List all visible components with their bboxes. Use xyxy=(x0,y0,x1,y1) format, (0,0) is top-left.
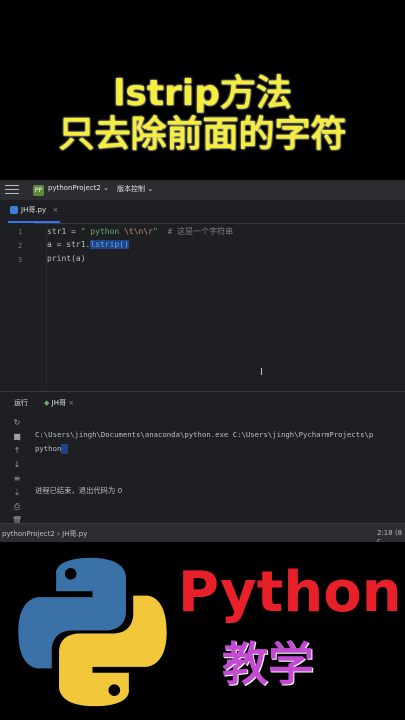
editor-tab-label: JH哥.py xyxy=(21,206,47,214)
breadcrumb[interactable]: pythonProject2 › JH哥.py xyxy=(2,529,87,539)
line-number: 2 xyxy=(18,242,23,250)
rerun-icon[interactable]: ↻ xyxy=(10,418,24,432)
chevron-down-icon: ⌄ xyxy=(147,185,154,193)
output-caret xyxy=(61,444,69,454)
filter-icon[interactable]: ⇣ xyxy=(10,488,24,502)
down-arrow-icon[interactable]: ↓ xyxy=(10,460,24,474)
ide-window: PP pythonProject2 ⌄ 版本控制 ⌄ JH哥.py × 1 2 … xyxy=(0,180,405,545)
code-line-3[interactable]: print(a) xyxy=(47,254,86,263)
editor-tab-jh[interactable]: JH哥.py × xyxy=(10,205,58,215)
vcs-dropdown[interactable]: 版本控制 ⌄ xyxy=(117,184,153,194)
python-file-icon xyxy=(10,206,18,214)
ide-top-bar: PP pythonProject2 ⌄ 版本控制 ⌄ xyxy=(0,180,405,201)
vcs-label: 版本控制 xyxy=(117,185,145,193)
python-logo-icon xyxy=(18,557,167,707)
run-toolbar: ↻ ■ ↑ ↓ ≡ ⇣ ⎙ 🗑 xyxy=(10,418,24,530)
gutter-divider xyxy=(46,225,47,385)
code-line-1[interactable]: str1 = " python \t\n\r" # 这是一个字符串 xyxy=(47,226,233,237)
run-output-line: python xyxy=(35,444,69,454)
banner-title-line1: lstrip方法 xyxy=(113,73,292,114)
banner-title-line2: 只去除前面的字符 xyxy=(58,114,347,155)
run-panel: 运行 ◆ JH哥 × ↻ ■ ↑ ↓ ≡ ⇣ ⎙ 🗑 C:\Users\jing… xyxy=(0,391,405,525)
chevron-down-icon: ⌄ xyxy=(103,184,109,192)
selected-text: lstrip() xyxy=(90,240,129,249)
line-number: 1 xyxy=(18,228,23,236)
print-icon[interactable]: ⎙ xyxy=(10,502,24,516)
python-file-icon: ◆ xyxy=(44,399,50,407)
stop-icon[interactable]: ■ xyxy=(10,432,24,446)
hamburger-menu-icon[interactable] xyxy=(5,185,19,195)
exit-message: 进程已结束，退出代码为 0 xyxy=(35,486,123,495)
run-label: 运行 xyxy=(14,399,28,407)
teaching-subtitle: 教学 xyxy=(222,637,314,691)
line-number: 3 xyxy=(18,256,23,264)
editor-tab-bar: JH哥.py × xyxy=(0,201,405,224)
text-cursor-icon: I xyxy=(260,367,263,378)
project-name-label: pythonProject2 xyxy=(48,184,101,192)
status-bar: pythonProject2 › JH哥.py 2:18 (8 c xyxy=(0,523,405,545)
run-tab-label: JH哥 xyxy=(51,399,66,407)
title-banner: lstrip方法 只去除前面的字符 xyxy=(0,0,405,180)
project-name-dropdown[interactable]: pythonProject2 ⌄ xyxy=(48,184,109,192)
up-arrow-icon[interactable]: ↑ xyxy=(10,446,24,460)
python-heading: Python xyxy=(178,560,402,625)
run-tab[interactable]: ◆ JH哥 × xyxy=(44,398,74,408)
run-panel-header: 运行 ◆ JH哥 × xyxy=(0,392,405,412)
close-icon[interactable]: × xyxy=(68,399,74,407)
run-command: C:\Users\jingh\Documents\anaconda\python… xyxy=(35,430,374,439)
wrap-icon[interactable]: ≡ xyxy=(10,474,24,488)
code-line-2[interactable]: a = str1.lstrip() xyxy=(47,240,129,249)
close-icon[interactable]: × xyxy=(52,206,58,214)
promo-area: Python 教学 xyxy=(0,542,405,720)
project-badge: PP xyxy=(33,185,44,196)
line-gutter xyxy=(0,223,34,388)
